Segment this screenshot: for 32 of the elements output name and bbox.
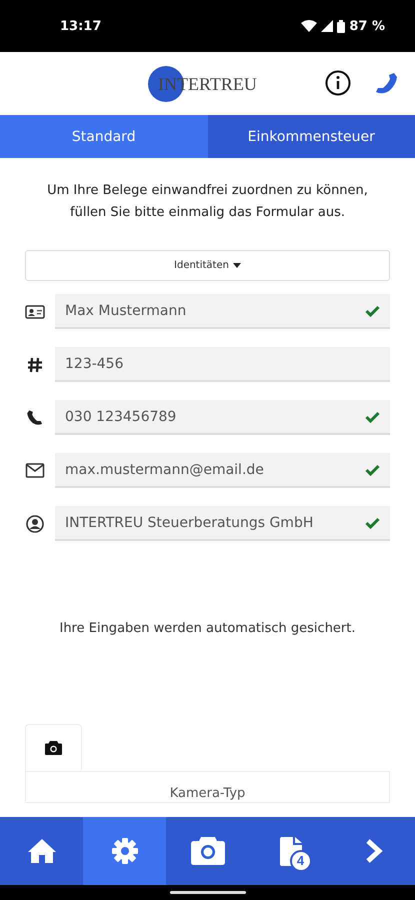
phone-icon[interactable] [374,71,398,95]
autosave-note: Ihre Eingaben werden automatisch gesichert. [58,621,357,636]
home-icon [26,838,56,864]
input-field[interactable]: 123-456 [55,347,390,382]
input-field[interactable]: Max Mustermann [55,294,390,329]
user-circle-icon [25,514,45,532]
camera-type-label: Kamera-Typ [170,786,246,802]
envelope-icon [25,463,45,478]
camera-tab[interactable] [25,724,82,771]
tab[interactable]: Einkommensteuer [208,115,415,158]
battery-percent: 87 % [349,18,385,34]
count-badge: 4 [290,850,312,872]
input-field[interactable]: max.mustermann@email.de [55,453,390,488]
caret-icon [232,263,241,268]
battery-icon [337,20,346,32]
gear-icon [110,837,138,865]
camera-icon [190,837,224,865]
id-card-icon [25,304,45,318]
signal-icon [321,20,334,32]
info-icon[interactable] [325,70,351,96]
input-field[interactable]: 030 123456789 [55,400,390,435]
nav-settings-button[interactable] [83,817,166,885]
camera-icon [45,741,62,755]
tab[interactable]: Standard [0,115,208,158]
status-time: 13:17 [60,18,102,34]
intro-text: Um Ihre Belege einwandfrei zuordnen zu können, füllen Sie bitte einmalig das Formular aus. [46,182,369,222]
identity-dropdown[interactable]: Identitäten [25,250,390,281]
phone-icon [25,409,45,426]
chevron-right-icon [364,838,382,864]
input-field[interactable]: INTERTREU Steuerberatungs GmbH [55,506,390,541]
wifi-icon [301,20,318,32]
hash-icon [25,356,45,372]
